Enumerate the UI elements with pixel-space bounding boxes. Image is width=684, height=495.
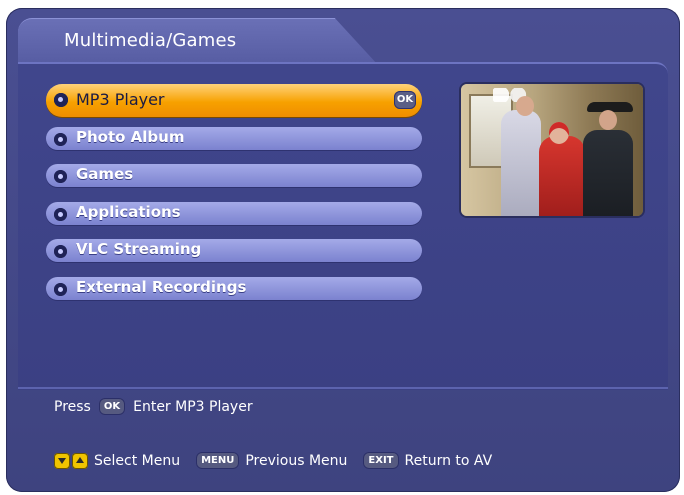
legend-select-menu: Select Menu (54, 452, 181, 469)
menu-item-label: External Recordings (76, 277, 247, 296)
legend-return-av: EXIT Return to AV (363, 452, 492, 469)
preview-head-right (599, 110, 617, 130)
preview-person-right (583, 130, 633, 216)
menu-item-applications[interactable]: Applications (46, 197, 426, 229)
divider (18, 387, 668, 389)
menu-item-label: Games (76, 165, 134, 183)
menu-item-games[interactable]: Games (46, 159, 426, 191)
preview-person-center (539, 136, 585, 216)
menu-bullet-icon (54, 245, 67, 258)
menu-key-icon: MENU (196, 452, 240, 469)
legend-select-label: Select Menu (94, 452, 181, 469)
hint-press-label: Press (54, 398, 91, 415)
menu-item-external-recordings[interactable]: External Recordings (46, 272, 426, 304)
preview-head-center (549, 122, 569, 144)
legend-previous-menu: MENU Previous Menu (196, 452, 347, 469)
ok-key-icon: OK (98, 398, 126, 415)
menu-item-mp3-player[interactable]: MP3 Player OK (46, 84, 426, 117)
menu-bullet-icon (54, 207, 67, 221)
preview-thumbnail (461, 84, 643, 216)
menu-list: MP3 Player OK Photo Album Games Applicat… (46, 84, 426, 309)
menu-bullet-icon (54, 93, 68, 107)
ok-button-icon: OK (394, 91, 416, 109)
hint-row: Press OK Enter MP3 Player (54, 398, 253, 415)
menu-item-label: Photo Album (76, 127, 185, 146)
key-legend: Select Menu MENU Previous Menu EXIT Retu… (54, 452, 492, 469)
hint-action-label: Enter MP3 Player (133, 398, 253, 415)
hint-bar: Press OK Enter MP3 Player (54, 398, 253, 415)
preview-person-left (501, 110, 541, 216)
menu-item-label: MP3 Player (76, 90, 165, 109)
menu-item-label: VLC Streaming (76, 240, 202, 258)
arrow-down-icon (54, 452, 70, 469)
preview-head-left (516, 96, 534, 116)
menu-item-label: Applications (76, 202, 181, 221)
screen: Multimedia/Games MP3 Player OK Photo Alb… (0, 0, 684, 495)
menu-bullet-icon (54, 170, 67, 183)
arrow-up-icon (72, 452, 88, 469)
legend-return-label: Return to AV (404, 452, 493, 469)
page-title: Multimedia/Games (64, 30, 237, 51)
menu-bullet-icon (54, 282, 67, 296)
legend-previous-label: Previous Menu (245, 452, 348, 469)
menu-bullet-icon (54, 132, 67, 146)
exit-key-icon: EXIT (363, 452, 399, 469)
menu-item-vlc-streaming[interactable]: VLC Streaming (46, 234, 426, 266)
menu-item-photo-album[interactable]: Photo Album (46, 122, 426, 154)
up-down-keys (54, 452, 88, 469)
